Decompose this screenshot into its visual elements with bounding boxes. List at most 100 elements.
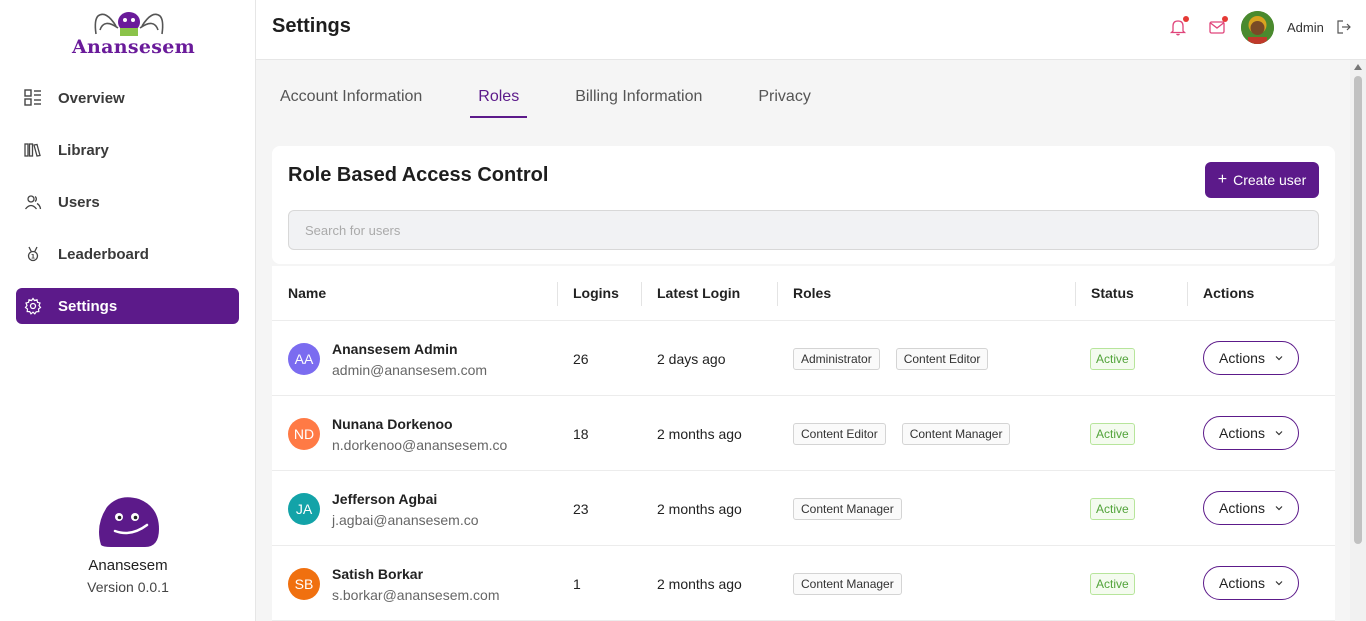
anansesem-logo[interactable]: Anansesem [70,8,195,60]
role-tags: Administrator Content Editor [793,348,1004,370]
sidebar-item-overview[interactable]: Overview [16,80,239,116]
sidebar-item-label: Leaderboard [58,245,149,263]
status-badge: Active [1090,498,1135,520]
avatar: SB [288,568,320,600]
tab-roles[interactable]: Roles [470,78,528,118]
column-divider [641,282,642,306]
sidebar-item-settings[interactable]: Settings [16,288,239,324]
latest-login: 2 months ago [657,576,742,592]
bell-icon[interactable] [1169,16,1189,36]
section-title: Role Based Access Control [288,164,549,186]
user-name: Satish Borkar [332,566,424,582]
gear-icon [24,297,42,315]
svg-text:1: 1 [31,254,35,261]
settings-tabs: Account Information Roles Billing Inform… [272,78,859,120]
mail-dot [1222,16,1228,22]
search-input[interactable] [288,210,1319,250]
actions-label: Actions [1219,350,1265,366]
overview-grid-icon [24,89,42,107]
user-email: s.borkar@anansesem.com [332,587,500,603]
latest-login: 2 days ago [657,351,726,367]
plus-icon: + [1217,171,1228,188]
spider-logo-icon [94,12,164,36]
status-badge: Active [1090,423,1135,445]
user-label: Admin [1287,20,1324,35]
sidebar: Anansesem Overview Library Users 1 Leade… [0,0,256,621]
chevron-down-icon [1275,356,1283,361]
status-badge: Active [1090,348,1135,370]
sidebar-item-leaderboard[interactable]: 1 Leaderboard [16,236,239,272]
avatar: AA [288,343,320,375]
tab-privacy[interactable]: Privacy [750,78,818,118]
column-header-status[interactable]: Status [1091,285,1134,301]
actions-label: Actions [1219,425,1265,441]
brand-name: Anansesem [88,557,168,574]
actions-dropdown-button[interactable]: Actions [1203,491,1299,525]
users-table: Name Logins Latest Login Roles Status Ac… [272,266,1335,621]
login-count: 23 [573,501,589,517]
create-user-button[interactable]: + Create user [1205,162,1319,198]
sidebar-item-label: Library [58,141,109,159]
logout-icon[interactable] [1336,19,1352,35]
chevron-down-icon [1275,581,1283,586]
mail-icon[interactable] [1208,16,1228,36]
brand-footer: Anansesem Version 0.0.1 [0,495,256,595]
role-tag: Content Manager [793,573,902,595]
app-version: Version 0.0.1 [87,579,169,595]
create-user-label: Create user [1233,172,1307,188]
column-divider [557,282,558,306]
role-tags: Content Manager [793,573,918,595]
user-email: admin@anansesem.com [332,362,488,378]
actions-dropdown-button[interactable]: Actions [1203,341,1299,375]
actions-dropdown-button[interactable]: Actions [1203,416,1299,450]
sidebar-item-label: Settings [58,297,118,315]
mascot-icon [95,495,161,549]
notification-dot [1183,16,1189,22]
role-tag: Content Manager [901,423,1011,445]
table-row: ND Nunana Dorkenoo n.dorkenoo@anansesem.… [272,396,1335,471]
user-name: Nunana Dorkenoo [332,416,453,432]
page-title: Settings [272,15,351,37]
scrollbar[interactable] [1350,60,1366,621]
sidebar-item-library[interactable]: Library [16,132,239,168]
column-header-actions: Actions [1203,285,1255,301]
tab-billing-information[interactable]: Billing Information [567,78,710,118]
trophy-icon: 1 [24,245,42,263]
actions-dropdown-button[interactable]: Actions [1203,566,1299,600]
user-email: j.agbai@anansesem.co [332,512,479,528]
users-icon [24,193,42,211]
logo-text: Anansesem [72,36,196,58]
role-tag: Content Editor [895,348,989,370]
tab-account-information[interactable]: Account Information [272,78,430,118]
sidebar-item-users[interactable]: Users [16,184,239,220]
sidebar-nav: Overview Library Users 1 Leaderboard Set… [16,80,239,340]
role-tag: Content Editor [793,423,886,445]
scroll-up-arrow-icon[interactable] [1354,64,1362,70]
column-header-latest-login[interactable]: Latest Login [657,285,740,301]
chevron-down-icon [1275,506,1283,511]
avatar[interactable] [1241,11,1274,44]
sidebar-item-label: Users [58,193,100,211]
login-count: 1 [573,576,581,592]
scroll-thumb[interactable] [1354,76,1362,544]
column-divider [777,282,778,306]
user-name: Anansesem Admin [332,341,458,357]
column-header-name[interactable]: Name [288,285,326,301]
column-divider [1075,282,1076,306]
table-header: Name Logins Latest Login Roles Status Ac… [272,266,1335,321]
actions-label: Actions [1219,575,1265,591]
user-name: Jefferson Agbai [332,491,438,507]
chevron-down-icon [1275,431,1283,436]
column-header-roles[interactable]: Roles [793,285,831,301]
role-tags: Content Manager [793,498,918,520]
actions-label: Actions [1219,500,1265,516]
top-header: Settings Admin [256,0,1366,60]
user-email: n.dorkenoo@anansesem.co [332,437,508,453]
latest-login: 2 months ago [657,501,742,517]
role-tag: Content Manager [793,498,902,520]
role-tags: Content Editor Content Manager [793,423,1026,445]
column-divider [1187,282,1188,306]
login-count: 26 [573,351,589,367]
column-header-logins[interactable]: Logins [573,285,619,301]
table-row: SB Satish Borkar s.borkar@anansesem.com … [272,546,1335,621]
